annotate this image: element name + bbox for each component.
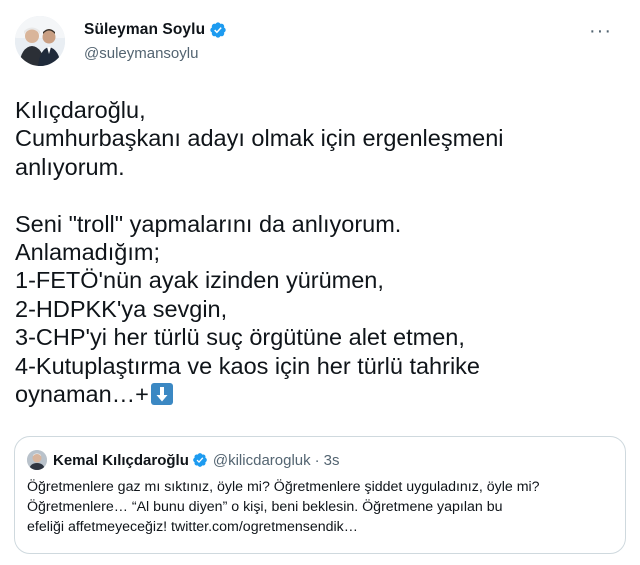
tweet-header: Süleyman Soylu @suleymansoylu ··· [14,14,626,72]
tweet-body: Kılıçdaroğlu, Cumhurbaşkanı adayı olmak … [14,96,626,408]
quoted-separator: · [314,451,320,469]
tweet-line: 1-FETÖ'nün ayak izinden yürümen, [15,267,384,294]
tweet-line: Anlamadığım; [15,239,160,266]
quoted-line: efeliği affetmeyeceğiz! twitter.com/ogre… [27,519,358,535]
avatar-image [15,16,65,66]
tweet-line: Kılıçdaroğlu, [15,97,146,123]
quoted-timestamp: 3s [323,451,340,469]
tweet-line: oynaman…+ [15,381,149,408]
quoted-tweet-text: Öğretmenlere gaz mı sıktınız, öyle mi? Ö… [27,477,613,537]
quoted-handle: @kilicdarogluk [212,451,311,469]
tweet-line: 4-Kutuplaştırma ve kaos için her türlü t… [15,352,480,379]
tweet-line: 3-CHP'yi her türlü suç örgütüne alet etm… [15,324,465,351]
tweet-line: Seni "troll" yapmalarını da anlıyorum. [15,210,402,237]
tweet[interactable]: Süleyman Soylu @suleymansoylu ··· Kılıçd… [0,0,640,565]
quoted-avatar [27,450,47,470]
quoted-tweet[interactable]: Kemal Kılıçdaroğlu @kilicdarogluk · 3s Ö… [14,436,626,554]
tweet-line: 2-HDPKK'ya sevgin, [15,295,228,322]
quoted-display-name: Kemal Kılıçdaroğlu [53,451,189,469]
quoted-line: Öğretmenlere… “Al bunu diyen” o kişi, be… [27,499,503,515]
quoted-line: Öğretmenlere gaz mı sıktınız, öyle mi? Ö… [27,479,540,495]
down-arrow-emoji-icon [150,383,173,406]
tweet-line: Cumhurbaşkanı adayı olmak için ergenleşm… [15,125,504,152]
more-options-icon[interactable]: ··· [589,20,612,43]
tweet-line: anlıyorum. [15,153,125,180]
display-name[interactable]: Süleyman Soylu [84,21,205,39]
quoted-verified-badge-icon [193,453,207,467]
author-names: Süleyman Soylu @suleymansoylu [84,20,227,62]
avatar[interactable] [15,16,65,66]
handle[interactable]: @suleymansoylu [84,45,227,62]
quoted-tweet-header: Kemal Kılıçdaroğlu @kilicdarogluk · 3s [27,449,613,471]
verified-badge-icon [210,22,226,38]
